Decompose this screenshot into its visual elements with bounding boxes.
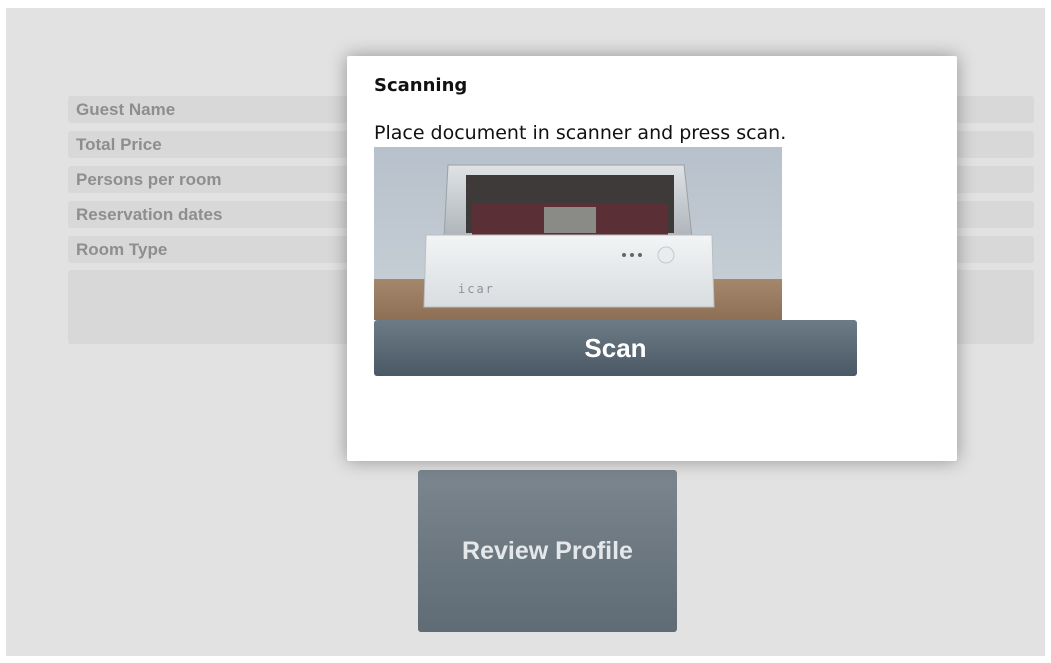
scanner-led-1 xyxy=(622,253,626,257)
scanner-power-button xyxy=(657,246,675,264)
scanner-led-2 xyxy=(630,253,634,257)
review-profile-button[interactable]: Review Profile xyxy=(418,470,677,632)
guest-name-label: Guest Name xyxy=(76,100,176,119)
scan-instruction: Place document in scanner and press scan… xyxy=(374,122,787,144)
passport-photo-area xyxy=(544,207,596,233)
scanner-photo: icar xyxy=(374,147,782,320)
room-type-label: Room Type xyxy=(76,240,168,259)
persons-per-room-label: Persons per room xyxy=(76,170,222,189)
scanner-led-3 xyxy=(638,253,642,257)
total-price-label: Total Price xyxy=(76,135,162,154)
scanner-illustration: icar xyxy=(374,147,782,320)
scanning-dialog: Scanning Place document in scanner and p… xyxy=(347,56,957,461)
scanner-body xyxy=(423,234,715,308)
dialog-title: Scanning xyxy=(374,75,468,96)
reservation-dates-label: Reservation dates xyxy=(76,205,223,224)
scanner-brand-label: icar xyxy=(458,282,495,296)
scan-button[interactable]: Scan xyxy=(374,320,857,376)
